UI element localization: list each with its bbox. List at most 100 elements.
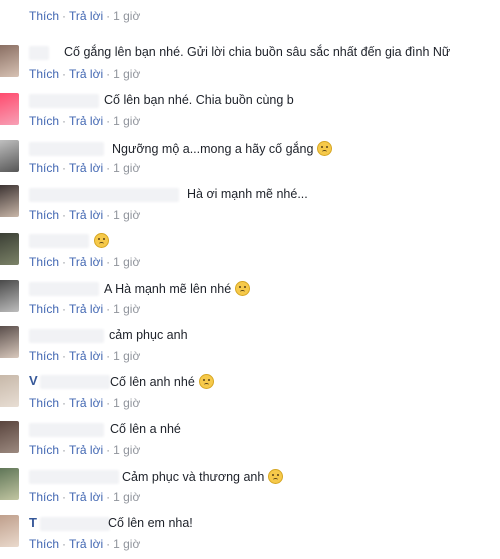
like-link[interactable]: Thích xyxy=(29,537,59,551)
like-link[interactable]: Thích xyxy=(29,67,59,81)
commenter-name-redacted[interactable] xyxy=(29,94,99,108)
like-link[interactable]: Thích xyxy=(29,9,59,23)
timestamp[interactable]: 1 giờ xyxy=(113,537,140,551)
avatar[interactable] xyxy=(0,185,19,217)
separator-dot: · xyxy=(106,349,111,363)
separator-dot: · xyxy=(62,443,67,457)
comment-text: Cố lên bạn nhé. Chia buồn cùng b xyxy=(104,93,294,107)
like-link[interactable]: Thích xyxy=(29,161,59,175)
reply-link[interactable]: Trả lời xyxy=(69,114,103,128)
timestamp[interactable]: 1 giờ xyxy=(113,9,140,23)
comment-item: T Cố lên em nha! Thích · Trả lời · 1 giờ xyxy=(0,508,500,555)
comment-actions: Thích · Trả lời · 1 giờ xyxy=(29,396,140,410)
comment-item: Ngưỡng mộ a...mong a hãy cố gắng Thích · Tr… xyxy=(0,132,500,179)
commenter-name-redacted[interactable] xyxy=(29,282,99,296)
sad-face-icon xyxy=(235,281,251,296)
separator-dot: · xyxy=(62,208,67,222)
separator-dot: · xyxy=(62,537,67,551)
commenter-name-redacted[interactable] xyxy=(29,188,179,202)
comment-text-content: Cố lên a nhé xyxy=(110,422,181,436)
timestamp[interactable]: 1 giờ xyxy=(113,302,140,316)
comment-item: Cố gắng lên bạn nhé. Gửi lời chia buồn s… xyxy=(0,38,500,85)
separator-dot: · xyxy=(62,67,67,81)
comment-text: Ngưỡng mộ a...mong a hãy cố gắng xyxy=(112,141,333,156)
separator-dot: · xyxy=(106,255,111,269)
like-link[interactable]: Thích xyxy=(29,396,59,410)
timestamp[interactable]: 1 giờ xyxy=(113,161,140,175)
separator-dot: · xyxy=(62,302,67,316)
reply-link[interactable]: Trả lời xyxy=(69,208,103,222)
avatar[interactable] xyxy=(0,375,19,407)
avatar[interactable] xyxy=(0,421,19,453)
commenter-name-redacted[interactable] xyxy=(29,470,119,484)
commenter-name-redacted[interactable] xyxy=(29,329,104,343)
avatar[interactable] xyxy=(0,233,19,265)
comment-actions: Thích · Trả lời · 1 giờ xyxy=(29,9,140,23)
reply-link[interactable]: Trả lời xyxy=(69,161,103,175)
avatar[interactable] xyxy=(0,140,19,172)
reply-link[interactable]: Trả lời xyxy=(69,537,103,551)
reply-link[interactable]: Trả lời xyxy=(69,443,103,457)
comment-actions: Thích · Trả lời · 1 giờ xyxy=(29,490,140,504)
comment-item: Cố lên a nhé Thích · Trả lời · 1 giờ xyxy=(0,414,500,461)
commenter-name-redacted[interactable] xyxy=(40,375,110,389)
commenter-name-redacted[interactable] xyxy=(29,46,49,60)
comment-actions: Thích · Trả lời · 1 giờ xyxy=(29,302,140,316)
reply-link[interactable]: Trả lời xyxy=(69,9,103,23)
comment-text xyxy=(90,233,109,248)
comment-item: Hà ơi mạnh mẽ nhé... Thích · Trả lời · 1 giờ xyxy=(0,179,500,226)
avatar[interactable] xyxy=(0,515,19,547)
avatar[interactable] xyxy=(0,45,19,77)
avatar[interactable] xyxy=(0,280,19,312)
separator-dot: · xyxy=(106,161,111,175)
sad-face-icon xyxy=(198,374,214,389)
timestamp[interactable]: 1 giờ xyxy=(113,67,140,81)
comment-text-content: Hà ơi mạnh mẽ nhé... xyxy=(187,187,308,201)
like-link[interactable]: Thích xyxy=(29,443,59,457)
commenter-name-redacted[interactable] xyxy=(40,517,110,531)
sad-face-icon xyxy=(317,141,333,156)
timestamp[interactable]: 1 giờ xyxy=(113,396,140,410)
timestamp[interactable]: 1 giờ xyxy=(113,114,140,128)
comment-text: Cố gắng lên bạn nhé. Gửi lời chia buồn s… xyxy=(64,45,450,59)
commenter-name[interactable]: T xyxy=(29,515,37,530)
sad-face-icon xyxy=(268,469,284,484)
like-link[interactable]: Thích xyxy=(29,208,59,222)
avatar[interactable] xyxy=(0,468,19,500)
comment-text: A Hà mạnh mẽ lên nhé xyxy=(104,281,251,296)
comment-text: Cố lên a nhé xyxy=(110,422,181,436)
separator-dot: · xyxy=(62,161,67,175)
avatar[interactable] xyxy=(0,93,19,125)
reply-link[interactable]: Trả lời xyxy=(69,67,103,81)
like-link[interactable]: Thích xyxy=(29,302,59,316)
timestamp[interactable]: 1 giờ xyxy=(113,255,140,269)
timestamp[interactable]: 1 giờ xyxy=(113,490,140,504)
reply-link[interactable]: Trả lời xyxy=(69,255,103,269)
reply-link[interactable]: Trả lời xyxy=(69,490,103,504)
separator-dot: · xyxy=(106,9,111,23)
commenter-name[interactable]: V xyxy=(29,373,38,388)
comment-actions: Thích · Trả lời · 1 giờ xyxy=(29,443,140,457)
comment-text-content: Cố lên bạn nhé. Chia buồn cùng b xyxy=(104,93,294,107)
like-link[interactable]: Thích xyxy=(29,255,59,269)
comment-item: Cảm phục và thương anh Thích · Trả lời · 1 gi… xyxy=(0,461,500,508)
comment-text-content: Cố lên em nha! xyxy=(108,516,193,530)
commenter-name-redacted[interactable] xyxy=(29,423,104,437)
comment-actions: Thích · Trả lời · 1 giờ xyxy=(29,349,140,363)
commenter-name-redacted[interactable] xyxy=(29,142,104,156)
like-link[interactable]: Thích xyxy=(29,490,59,504)
reply-link[interactable]: Trả lời xyxy=(69,349,103,363)
like-link[interactable]: Thích xyxy=(29,349,59,363)
timestamp[interactable]: 1 giờ xyxy=(113,443,140,457)
like-link[interactable]: Thích xyxy=(29,114,59,128)
commenter-name-redacted[interactable] xyxy=(29,234,89,248)
timestamp[interactable]: 1 giờ xyxy=(113,208,140,222)
reply-link[interactable]: Trả lời xyxy=(69,302,103,316)
separator-dot: · xyxy=(62,490,67,504)
avatar[interactable] xyxy=(0,326,19,358)
comment-actions: Thích · Trả lời · 1 giờ xyxy=(29,208,140,222)
reply-link[interactable]: Trả lời xyxy=(69,396,103,410)
comment-item: cảm phục anh Thích · Trả lời · 1 giờ xyxy=(0,320,500,367)
separator-dot: · xyxy=(62,114,67,128)
timestamp[interactable]: 1 giờ xyxy=(113,349,140,363)
